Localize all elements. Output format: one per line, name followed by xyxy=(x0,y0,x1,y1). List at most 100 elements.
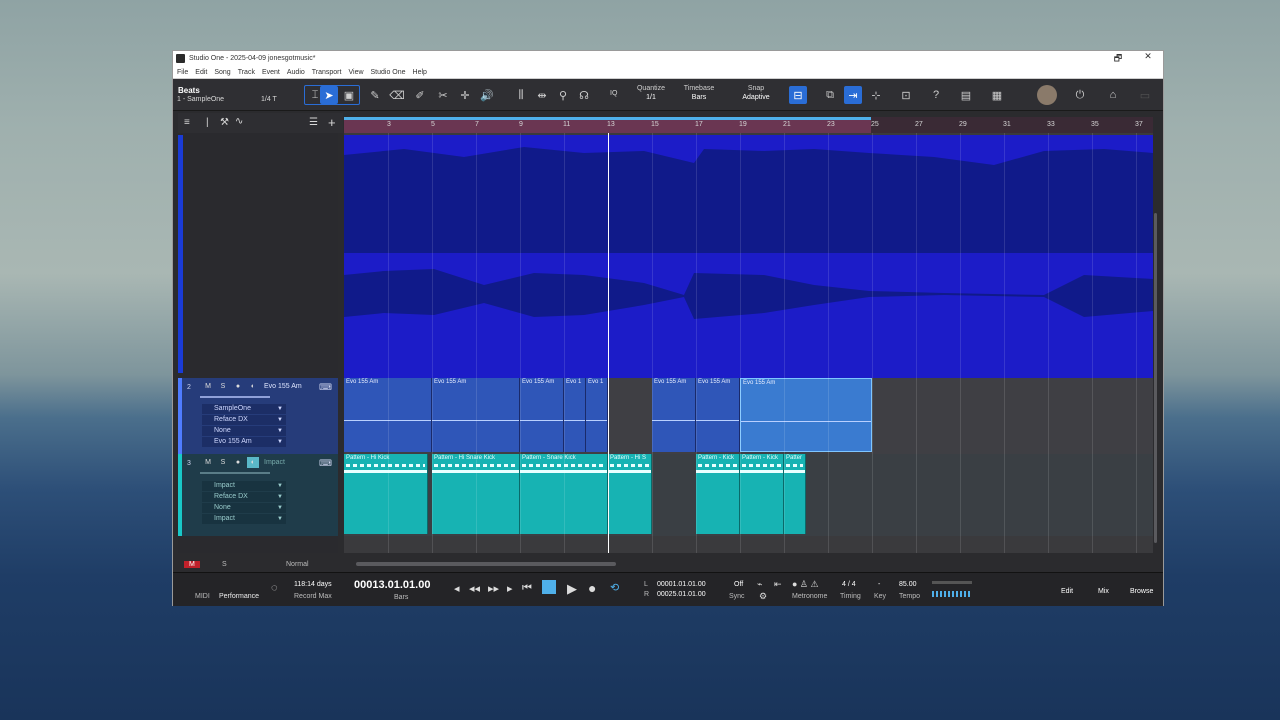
grid-value[interactable]: 1/4 T xyxy=(261,96,277,103)
browse-button[interactable]: Browse xyxy=(1130,588,1153,595)
instrument-select[interactable]: Reface DX ▼ xyxy=(202,415,286,425)
timebase-combo[interactable]: Timebase Bars xyxy=(678,84,720,102)
metronome-icon[interactable]: ● ♙ ⚠ xyxy=(792,579,819,590)
input-select[interactable]: Impact ▼ xyxy=(202,481,286,491)
bend-tool-icon[interactable]: ✛ xyxy=(456,86,474,104)
settings-icon[interactable]: ⚙ xyxy=(759,591,767,602)
mix-button[interactable]: Mix xyxy=(1098,588,1109,595)
pattern-event[interactable]: Pattern - Kick xyxy=(740,454,784,534)
listen-tool-icon[interactable]: 🔊 xyxy=(478,86,496,104)
preroll-icon[interactable]: ⇤ xyxy=(774,579,782,590)
mute-button[interactable]: M xyxy=(202,457,214,468)
precount-icon[interactable]: ⌁ xyxy=(757,579,762,590)
forward-icon[interactable]: ▸▸ xyxy=(488,582,499,595)
snap-toggle-icon[interactable]: ⊟ xyxy=(789,86,807,104)
record-arm-button[interactable]: ● xyxy=(232,381,244,392)
instrument-track-lane[interactable]: Evo 155 Am Evo 155 Am Evo 155 Am Evo 1 E… xyxy=(344,378,1153,454)
loop-end[interactable]: 00025.01.01.00 xyxy=(657,591,706,598)
position-display[interactable]: 00013.01.01.00 xyxy=(354,579,430,591)
instrument-select[interactable]: Reface DX ▼ xyxy=(202,492,286,502)
forward-end-icon[interactable]: ▸ xyxy=(507,582,513,595)
input-select[interactable]: SampleOne ▼ xyxy=(202,404,286,414)
record-button[interactable]: ● xyxy=(588,580,596,596)
automation-icon[interactable]: ∿ xyxy=(235,116,243,127)
timing-value[interactable]: 4 / 4 xyxy=(842,581,856,588)
headphones-icon[interactable]: ☊ xyxy=(575,86,593,104)
volume-fader[interactable] xyxy=(200,472,270,474)
menu-view[interactable]: View xyxy=(348,69,363,76)
iq-label[interactable]: IQ xyxy=(610,90,617,97)
rewind-icon[interactable]: ◂◂ xyxy=(469,582,480,595)
avatar[interactable] xyxy=(1037,85,1057,105)
key-value[interactable]: - xyxy=(878,581,880,588)
output-select[interactable]: None ▼ xyxy=(202,503,286,513)
instrument-event[interactable]: Evo 155 Am xyxy=(696,378,740,452)
insert-mode-icon[interactable]: ⧉ xyxy=(821,86,839,104)
sync-value[interactable]: Off xyxy=(734,581,743,588)
solo-button[interactable]: S xyxy=(217,457,229,468)
preset-select[interactable]: Evo 155 Am ▼ xyxy=(202,437,286,447)
film-icon[interactable]: ▤ xyxy=(957,86,975,104)
list-icon[interactable]: ☰ xyxy=(309,117,318,128)
preset-select[interactable]: Impact ▼ xyxy=(202,514,286,524)
global-mute-button[interactable]: M xyxy=(184,561,200,568)
add-track-icon[interactable]: + xyxy=(328,115,336,130)
instrument-event[interactable]: Evo 1 xyxy=(586,378,608,452)
scroll-thumb[interactable] xyxy=(1154,213,1157,543)
record-arm-button[interactable]: ● xyxy=(232,457,244,468)
pattern-event[interactable]: Pattern - Hi Kick xyxy=(344,454,428,534)
eraser-tool-icon[interactable]: ⌫ xyxy=(388,86,406,104)
global-solo-button[interactable]: S xyxy=(222,561,227,568)
monitor-button[interactable]: ◐ xyxy=(247,457,259,468)
layout-icon[interactable]: ▦ xyxy=(985,86,1009,104)
monitor-button[interactable]: ◐ xyxy=(247,381,259,392)
pattern-event[interactable]: Patter xyxy=(784,454,806,534)
menu-song[interactable]: Song xyxy=(214,69,230,76)
instrument-event-selected[interactable]: Evo 155 Am xyxy=(740,378,872,452)
split-icon[interactable]: ⫼ xyxy=(512,86,530,104)
snapshot-icon[interactable]: ⊡ xyxy=(897,86,915,104)
track-name[interactable]: Evo 155 Am xyxy=(264,383,302,390)
keyboard-icon[interactable]: ⌨ xyxy=(319,458,332,469)
track-header-2[interactable]: 2 M S ● ◐ Evo 155 Am ⌨ SampleOne ▼ Reface… xyxy=(178,378,338,454)
menu-file[interactable]: File xyxy=(177,69,188,76)
loop-button[interactable]: ⟲ xyxy=(610,581,619,594)
loop-start[interactable]: 00001.01.01.00 xyxy=(657,581,706,588)
performance-label[interactable]: Performance xyxy=(219,593,259,600)
horizontal-scrollbar[interactable] xyxy=(356,562,616,566)
mute-button[interactable]: M xyxy=(202,381,214,392)
arrow-tool-icon[interactable]: ➤ xyxy=(320,86,338,104)
autoscroll-icon[interactable]: ⇥ xyxy=(844,86,862,104)
position-unit[interactable]: Bars xyxy=(394,594,408,601)
instrument-event[interactable]: Evo 155 Am xyxy=(520,378,564,452)
menu-audio[interactable]: Audio xyxy=(287,69,305,76)
mode-select[interactable]: Normal xyxy=(286,561,309,568)
pattern-track-lane[interactable]: Pattern - Hi Kick Pattern - Hi Snare Kic… xyxy=(344,454,1153,536)
power-icon[interactable]: ⏻ xyxy=(1071,86,1089,104)
home-icon[interactable]: ⌂ xyxy=(1104,86,1122,104)
playhead[interactable] xyxy=(608,133,609,553)
paint-tool-icon[interactable]: ✐ xyxy=(411,86,429,104)
track-header-3[interactable]: 3 M S ● ◐ Impact ⌨ Impact ▼ Reface DX ▼ No… xyxy=(178,454,338,536)
pattern-event[interactable]: Pattern - Kick xyxy=(696,454,740,534)
snap-combo[interactable]: Snap Adaptive xyxy=(731,84,781,102)
track-name[interactable]: Impact xyxy=(264,459,285,466)
pencil-tool-icon[interactable]: ✎ xyxy=(366,86,384,104)
timeline-ruler[interactable]: 3 5 7 9 11 13 15 17 19 21 23 25 27 29 31… xyxy=(344,117,1153,133)
menu-edit[interactable]: Edit xyxy=(195,69,207,76)
tempo-value[interactable]: 85.00 xyxy=(899,581,917,588)
play-button[interactable]: ▶ xyxy=(567,581,577,597)
menu-studio-one[interactable]: Studio One xyxy=(371,69,406,76)
loop-bar[interactable] xyxy=(344,117,871,120)
keyboard-icon[interactable]: ⌨ xyxy=(319,382,332,393)
arrangement-view[interactable]: Evo 155 Am Evo 155 Am Evo 155 Am Evo 1 E… xyxy=(344,133,1153,553)
stretch-icon[interactable]: ⇹ xyxy=(533,86,551,104)
restore-window-button[interactable]: 🗗 xyxy=(1103,51,1133,67)
edit-button[interactable]: Edit xyxy=(1061,588,1073,595)
menu-help[interactable]: Help xyxy=(413,69,427,76)
stop-button[interactable] xyxy=(542,580,556,594)
zoom-icon[interactable]: ⚲ xyxy=(554,86,572,104)
menu-icon[interactable]: ≡ xyxy=(184,117,190,128)
menu-transport[interactable]: Transport xyxy=(312,69,342,76)
song-name[interactable]: Beats xyxy=(178,86,200,95)
